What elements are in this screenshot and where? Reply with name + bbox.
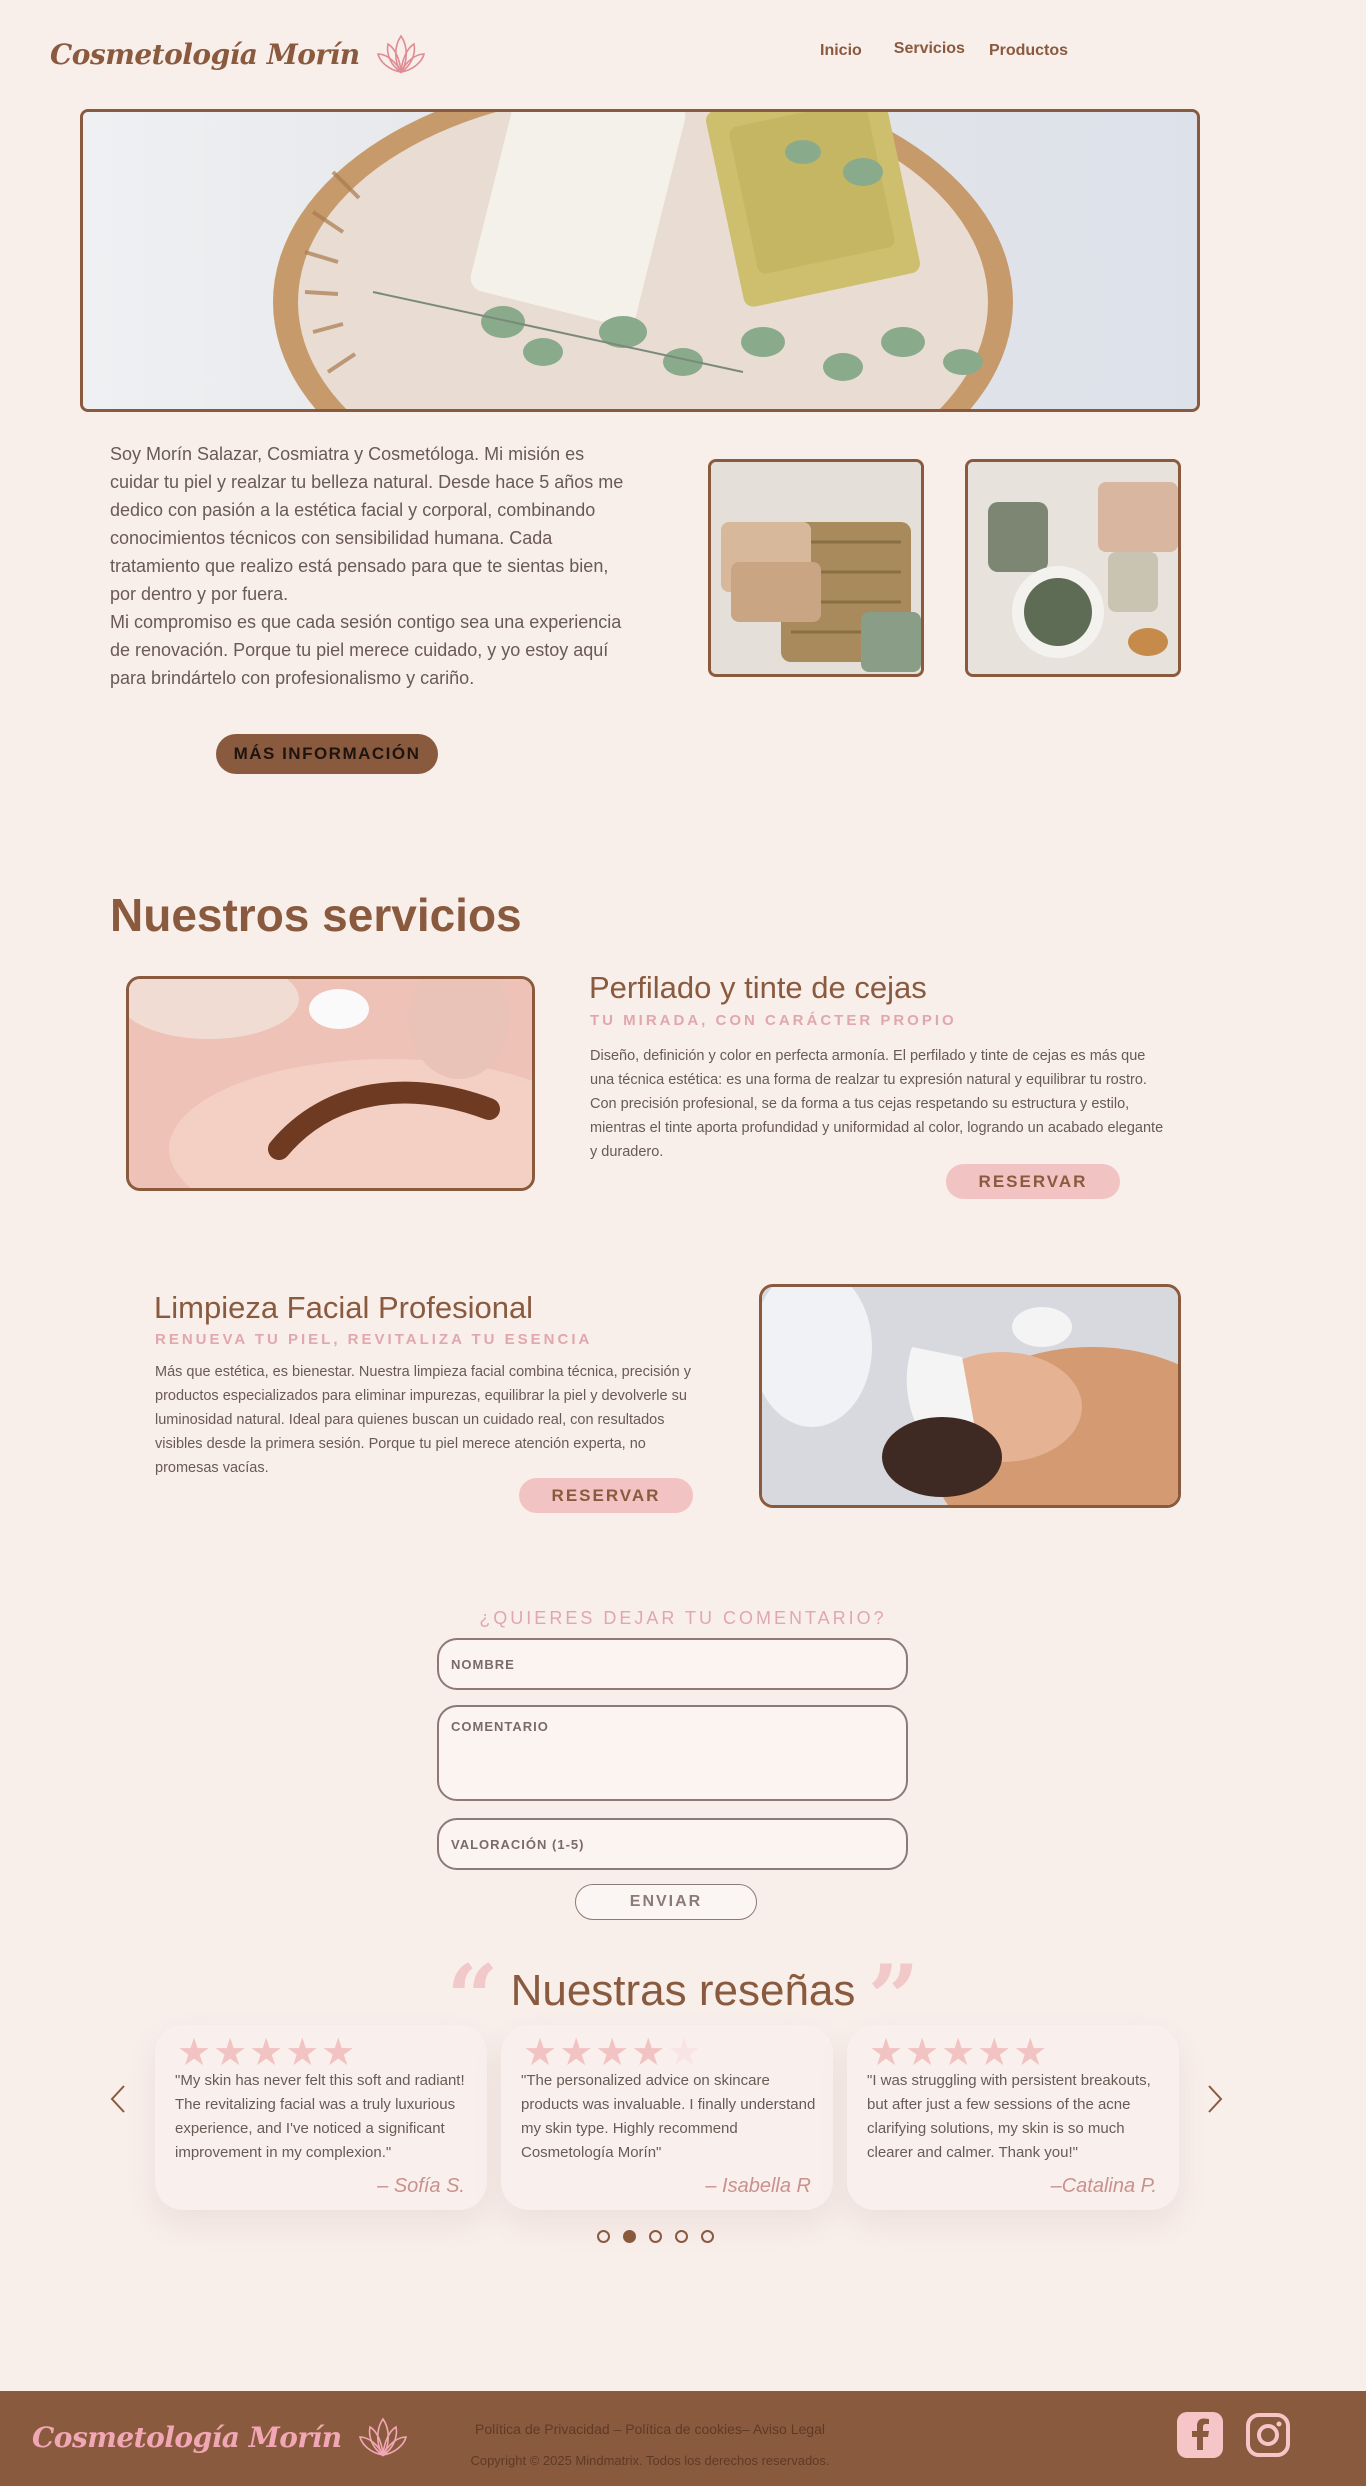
- name-input[interactable]: [437, 1638, 908, 1690]
- eyebrow-service-image: [126, 976, 535, 1191]
- instagram-icon[interactable]: [1243, 2410, 1293, 2460]
- service-2-subtitle: RENUEVA TU PIEL, REVITALIZA TU ESENCIA: [155, 1331, 593, 1348]
- nav-servicios[interactable]: Servicios: [894, 40, 965, 60]
- hero-image: [80, 109, 1200, 412]
- main-nav: Inicio Servicios Productos: [820, 40, 1068, 60]
- service-1-subtitle: TU MIRADA, CON CARÁCTER PROPIO: [590, 1012, 957, 1029]
- clay-jars-thumbnail: [965, 459, 1181, 677]
- facebook-icon[interactable]: [1175, 2410, 1225, 2460]
- facial-cleaning-image: [759, 1284, 1181, 1508]
- review-text: "I was struggling with persistent breako…: [867, 2072, 1151, 2161]
- review-card: ★★★★★ "I was struggling with persistent …: [847, 2025, 1179, 2210]
- nav-inicio[interactable]: Inicio: [820, 42, 862, 60]
- carousel-next-icon[interactable]: [1205, 2084, 1225, 2114]
- carousel-dot[interactable]: [701, 2230, 714, 2243]
- review-author: –Catalina P.: [1050, 2175, 1157, 2197]
- review-author: – Isabella R: [705, 2175, 811, 2197]
- review-text: "The personalized advice on skincare pro…: [521, 2072, 816, 2161]
- lotus-icon: [376, 34, 425, 74]
- reviews-title-block: “ Nuestras reseñas ”: [0, 1953, 1366, 2043]
- service-2-reserve-button[interactable]: RESERVAR: [519, 1478, 693, 1513]
- star-rating: ★★★★★: [869, 2032, 1050, 2074]
- review-text: "My skin has never felt this soft and ra…: [175, 2072, 465, 2161]
- services-title: Nuestros servicios: [110, 889, 522, 941]
- brand-logo[interactable]: Cosmetología Morín: [50, 32, 428, 76]
- service-1-description: Diseño, definición y color en perfecta a…: [590, 1048, 1164, 1160]
- carousel-prev-icon[interactable]: [108, 2084, 128, 2114]
- comment-form-title: ¿QUIERES DEJAR TU COMENTARIO?: [479, 1608, 887, 1628]
- soap-thumbnail: [708, 459, 924, 677]
- service-1-reserve-button[interactable]: RESERVAR: [946, 1164, 1120, 1199]
- reviews-title: Nuestras reseñas: [510, 1966, 856, 2015]
- carousel-dot[interactable]: [649, 2230, 662, 2243]
- star-rating: ★★★★★: [177, 2032, 358, 2074]
- nav-productos[interactable]: Productos: [989, 42, 1068, 60]
- service-1-title: Perfilado y tinte de cejas: [589, 970, 927, 1005]
- service-2-description: Más que estética, es bienestar. Nuestra …: [155, 1364, 691, 1476]
- service-2-title: Limpieza Facial Profesional: [154, 1290, 534, 1325]
- carousel-pagination: [597, 2230, 714, 2243]
- about-paragraph-2: Mi compromiso es que cada sesión contigo…: [110, 612, 622, 688]
- star-rating: ★★★★★: [523, 2032, 704, 2074]
- comment-textarea[interactable]: [437, 1705, 908, 1801]
- carousel-dot[interactable]: [675, 2230, 688, 2243]
- about-paragraph-1: Soy Morín Salazar, Cosmiatra y Cosmetólo…: [110, 444, 624, 604]
- send-comment-button[interactable]: ENVIAR: [575, 1884, 757, 1920]
- more-info-button[interactable]: MÁS INFORMACIÓN: [216, 734, 438, 774]
- hero-soap-illustration: [83, 112, 1197, 409]
- footer-legal-links[interactable]: Política de Privacidad – Política de coo…: [0, 2421, 1300, 2437]
- review-card: ★★★★★ "The personalized advice on skinca…: [501, 2025, 833, 2210]
- carousel-dot[interactable]: [597, 2230, 610, 2243]
- review-card: ★★★★★ "My skin has never felt this soft …: [155, 2025, 487, 2210]
- brand-name: Cosmetología Morín: [50, 37, 360, 71]
- about-description: Soy Morín Salazar, Cosmiatra y Cosmetólo…: [110, 440, 640, 692]
- footer-copyright: Copyright © 2025 Mindmatrix. Todos los d…: [470, 2453, 830, 2468]
- review-author: – Sofía S.: [377, 2175, 465, 2197]
- site-header: Cosmetología Morín Inicio Servicios Prod…: [0, 0, 1366, 105]
- carousel-dot-active[interactable]: [623, 2230, 636, 2243]
- site-footer: Cosmetología Morín Política de Privacida…: [0, 2391, 1366, 2486]
- rating-input[interactable]: [437, 1818, 908, 1870]
